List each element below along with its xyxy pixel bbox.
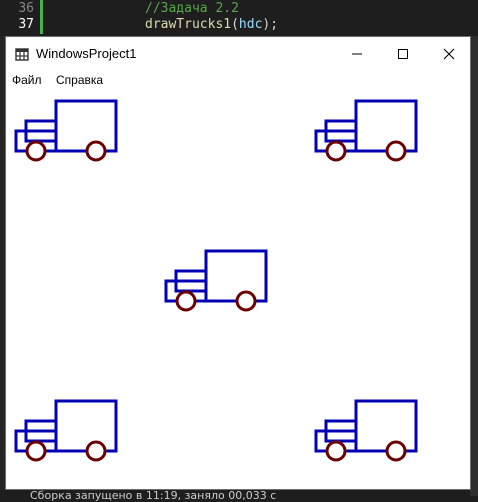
- truck-rear-wheel: [85, 140, 107, 162]
- app-icon: [15, 48, 29, 61]
- title-bar[interactable]: WindowsProject1: [6, 37, 470, 71]
- maximize-button[interactable]: [380, 37, 426, 71]
- argument: hdc: [238, 17, 263, 32]
- minimize-icon: [352, 53, 362, 55]
- app-window: WindowsProject1 Файл Справка: [5, 36, 471, 490]
- truck-front-wheel: [325, 140, 347, 162]
- truck-front-wheel: [175, 290, 197, 312]
- menu-file[interactable]: Файл: [12, 73, 42, 87]
- output-status-text: Сборка запущено в 11:19, заняло 00,033 с: [30, 490, 277, 502]
- close-button[interactable]: [426, 37, 472, 71]
- truck-2: [314, 99, 418, 162]
- client-area[interactable]: [6, 91, 470, 489]
- truck-5: [314, 399, 418, 462]
- truck-rear-wheel: [235, 290, 257, 312]
- maximize-icon: [398, 49, 408, 59]
- close-paren: );: [262, 17, 279, 32]
- code-line-37: 37 drawTrucks1(hdc);: [0, 16, 478, 34]
- truck-rear-wheel: [385, 440, 407, 462]
- truck-4: [14, 399, 118, 462]
- truck-rear-wheel: [385, 140, 407, 162]
- truck-cargo-box: [354, 99, 418, 153]
- menu-bar: Файл Справка: [6, 71, 470, 91]
- truck-cargo-box: [54, 399, 118, 453]
- open-paren: (: [231, 17, 239, 32]
- drawing-canvas: [14, 99, 418, 462]
- truck-front-wheel: [325, 440, 347, 462]
- code-call: drawTrucks1(hdc);: [145, 16, 278, 34]
- line-number: 37: [18, 17, 34, 32]
- truck-cargo-box: [54, 99, 118, 153]
- window-title: WindowsProject1: [36, 46, 137, 61]
- truck-cargo-box: [204, 249, 268, 303]
- function-name: drawTrucks1: [145, 17, 232, 32]
- minimize-button[interactable]: [334, 37, 380, 71]
- editor-scrollbar[interactable]: [470, 36, 478, 496]
- truck-cargo-box: [354, 399, 418, 453]
- truck-rear-wheel: [85, 440, 107, 462]
- truck-front-wheel: [25, 440, 47, 462]
- menu-help[interactable]: Справка: [56, 73, 103, 87]
- truck-3: [164, 249, 268, 312]
- truck-front-wheel: [25, 140, 47, 162]
- truck-1: [14, 99, 118, 162]
- close-icon: [443, 48, 455, 60]
